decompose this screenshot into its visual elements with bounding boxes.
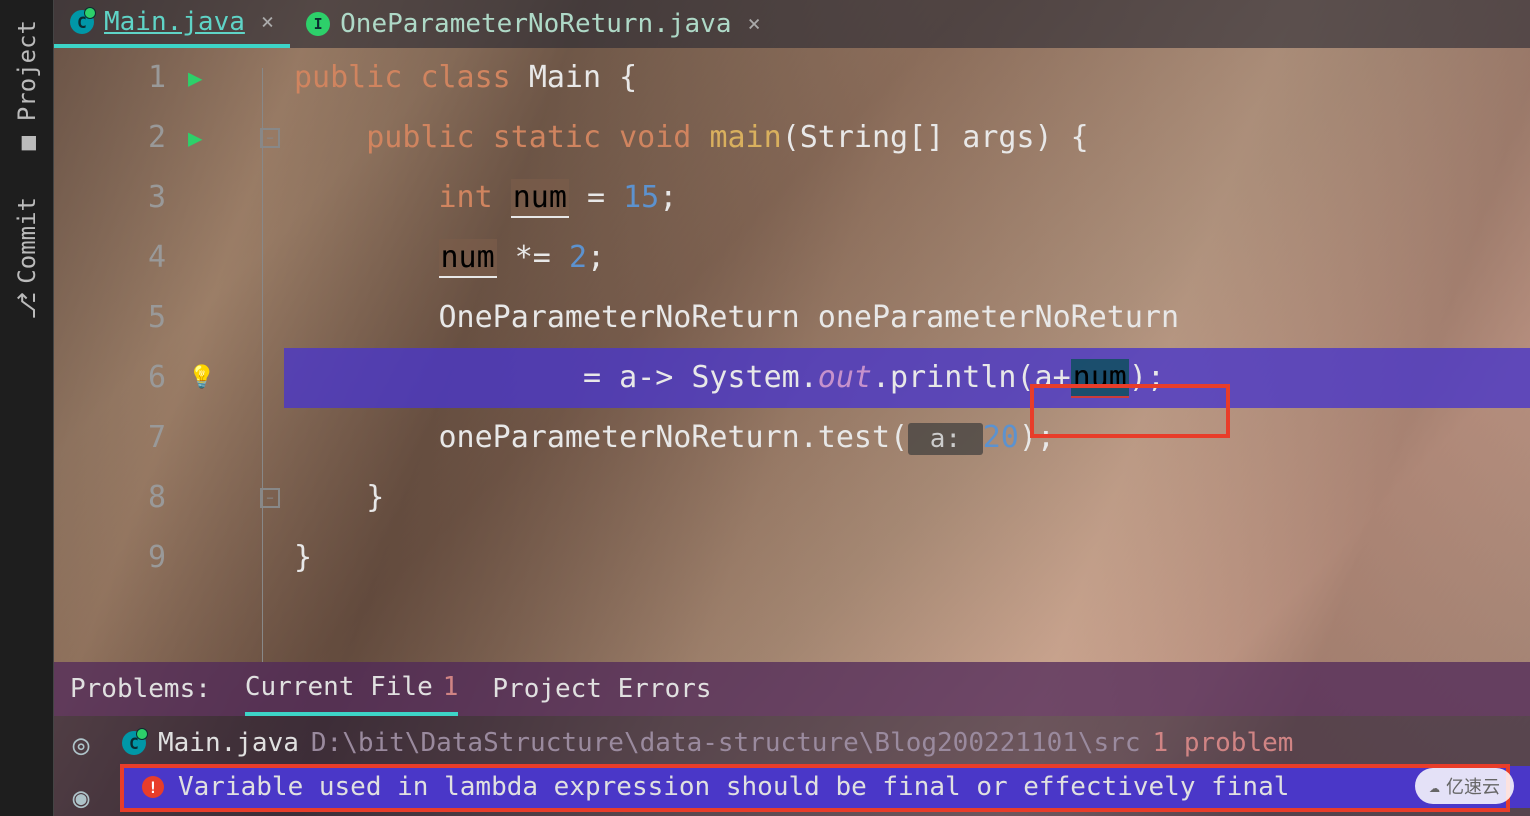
intention-bulb-icon[interactable]: 💡	[188, 348, 215, 408]
eye-icon[interactable]: ◉	[73, 781, 90, 814]
editor[interactable]: 1 2 3 4 5 6 7 8 9 ▶ ▶ − 💡 − public class …	[54, 48, 1530, 662]
interface-icon: I	[306, 12, 330, 36]
line-number[interactable]: 9	[54, 528, 184, 588]
watermark-text: 亿速云	[1446, 773, 1500, 799]
class-icon: C	[70, 10, 94, 34]
left-toolbar: ■ Project ⎇ Commit	[0, 0, 54, 816]
project-label: Project	[13, 20, 41, 121]
line-number[interactable]: 6	[54, 348, 184, 408]
project-tool[interactable]: ■ Project	[13, 0, 41, 177]
tab-label: Main.java	[104, 7, 245, 37]
problems-bar: Problems: Current File 1 Project Errors	[54, 662, 1530, 716]
fold-icon[interactable]: −	[260, 128, 280, 148]
line-number[interactable]: 3	[54, 168, 184, 228]
tab-oneparam[interactable]: I OneParameterNoReturn.java ×	[290, 0, 777, 48]
line-number[interactable]: 5	[54, 288, 184, 348]
watermark: ☁ 亿速云	[1415, 768, 1514, 804]
current-file-label: Current File	[245, 672, 433, 702]
code-area[interactable]: public class Main { public static void m…	[284, 48, 1530, 662]
problems-label: Problems:	[70, 674, 211, 704]
gutter: 1 2 3 4 5 6 7 8 9	[54, 48, 184, 662]
line-number[interactable]: 7	[54, 408, 184, 468]
class-icon: C	[122, 731, 146, 755]
code-line-8[interactable]: }	[284, 468, 1530, 528]
current-file-count: 1	[443, 672, 459, 702]
code-line-2[interactable]: public static void main(String[] args) {	[284, 108, 1530, 168]
commit-icon: ⎇	[13, 292, 41, 320]
commit-tool[interactable]: ⎇ Commit	[13, 177, 41, 340]
error-highlight-box	[1030, 384, 1230, 438]
tab-bar: C Main.java × I OneParameterNoReturn.jav…	[54, 0, 1530, 48]
problem-file-name: Main.java	[158, 728, 299, 758]
problem-file-path: D:\bit\DataStructure\data-structure\Blog…	[311, 728, 1141, 758]
problem-count: 1 problem	[1153, 728, 1294, 758]
tab-main-java[interactable]: C Main.java ×	[54, 0, 290, 48]
code-line-7[interactable]: oneParameterNoReturn.test( a: 20);	[284, 408, 1530, 468]
commit-label: Commit	[13, 197, 41, 284]
code-line-4[interactable]: num *= 2;	[284, 228, 1530, 288]
code-line-1[interactable]: public class Main {	[284, 48, 1530, 108]
main-area: C Main.java × I OneParameterNoReturn.jav…	[54, 0, 1530, 816]
code-line-6[interactable]: = a-> System.out.println(a+num);	[284, 348, 1530, 408]
line-number[interactable]: 8	[54, 468, 184, 528]
fold-guide	[262, 68, 263, 662]
fold-icon[interactable]: −	[260, 488, 280, 508]
tab-project-errors[interactable]: Project Errors	[492, 662, 711, 716]
line-number[interactable]: 1	[54, 48, 184, 108]
tab-current-file[interactable]: Current File 1	[245, 662, 459, 716]
problem-file-row[interactable]: C Main.java D:\bit\DataStructure\data-st…	[122, 724, 1530, 762]
folder-icon: ■	[13, 129, 41, 157]
panel-toolbar: ◎ ◉	[54, 716, 108, 816]
project-errors-label: Project Errors	[492, 674, 711, 704]
gutter-icons: ▶ ▶ − 💡 −	[184, 48, 284, 662]
close-icon[interactable]: ×	[261, 10, 274, 35]
close-icon[interactable]: ×	[747, 12, 760, 37]
code-line-5[interactable]: OneParameterNoReturn oneParameterNoRetur…	[284, 288, 1530, 348]
code-line-9[interactable]: }	[284, 528, 1530, 588]
problems-panel: ◎ ◉ C Main.java D:\bit\DataStructure\dat…	[54, 716, 1530, 816]
run-icon[interactable]: ▶	[188, 48, 202, 108]
error-msg-highlight-box	[120, 764, 1510, 812]
run-icon[interactable]: ▶	[188, 108, 202, 168]
code-line-3[interactable]: int num = 15;	[284, 168, 1530, 228]
cloud-icon: ☁	[1429, 776, 1440, 797]
target-icon[interactable]: ◎	[73, 728, 90, 761]
line-number[interactable]: 4	[54, 228, 184, 288]
line-number[interactable]: 2	[54, 108, 184, 168]
tab-label: OneParameterNoReturn.java	[340, 9, 731, 39]
